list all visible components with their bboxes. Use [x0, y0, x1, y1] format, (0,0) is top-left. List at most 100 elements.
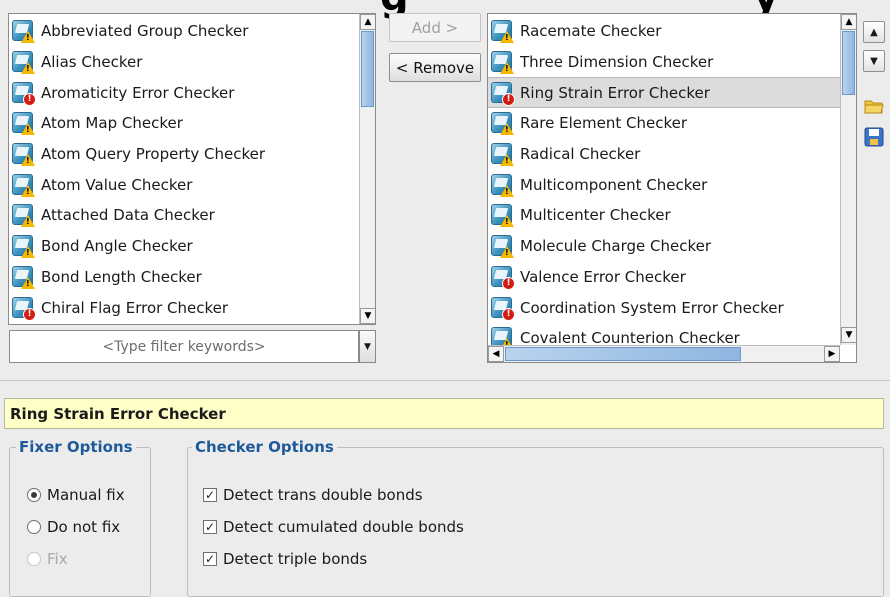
fixer-option-radio: Fix — [27, 543, 147, 575]
list-item[interactable]: Racemate Checker — [488, 16, 840, 47]
filter-placeholder: <Type filter keywords> — [102, 338, 266, 355]
warning-checker-icon — [11, 203, 35, 228]
list-item[interactable]: Abbreviated Group Checker — [9, 16, 361, 47]
fixer-option-label: Do not fix — [47, 518, 121, 536]
list-item-label: Abbreviated Group Checker — [41, 22, 249, 41]
scroll-left-icon[interactable]: ◀ — [488, 346, 504, 362]
hscroll-thumb[interactable] — [505, 347, 741, 361]
fixer-option-label: Fix — [47, 550, 68, 568]
checker-option-label: Detect triple bonds — [223, 550, 368, 568]
list-item-label: Bond Length Checker — [41, 267, 202, 286]
checker-option-checkbox[interactable]: ✓ Detect triple bonds — [203, 543, 603, 575]
list-item[interactable]: Alias Checker — [9, 47, 361, 78]
selected-list-vscrollbar[interactable]: ▲ ▼ — [840, 14, 856, 345]
triangle-up-icon: ▲ — [870, 26, 878, 38]
scroll-down-icon[interactable]: ▼ — [841, 327, 856, 343]
list-item-label: Ring Strain Error Checker — [520, 83, 710, 102]
list-item[interactable]: Attached Data Checker — [9, 200, 361, 231]
radio-icon — [27, 488, 41, 502]
warning-checker-icon — [11, 265, 35, 289]
open-folder-icon[interactable] — [864, 97, 884, 115]
list-item-label: Radical Checker — [520, 145, 641, 164]
list-item[interactable]: Rare Element Checker — [488, 108, 840, 139]
list-item-label: Racemate Checker — [520, 22, 662, 41]
selected-checker-title-text: Ring Strain Error Checker — [10, 404, 226, 423]
list-item[interactable]: ! Chiral Flag Error Checker — [9, 292, 361, 323]
warning-checker-icon — [490, 173, 514, 197]
radio-icon — [27, 552, 41, 566]
error-checker-icon: ! — [490, 81, 515, 106]
warning-checker-icon — [490, 111, 514, 136]
list-item[interactable]: Multicomponent Checker — [488, 169, 840, 200]
checkbox-icon: ✓ — [203, 552, 217, 566]
section-divider — [0, 380, 890, 381]
list-item-label: Aromaticity Error Checker — [41, 83, 235, 102]
selected-checkers-list[interactable]: Racemate Checker Three Dimension Checker!… — [487, 13, 857, 363]
list-item[interactable]: Three Dimension Checker — [488, 47, 840, 78]
list-item-label: Chiral Flag Error Checker — [41, 298, 229, 317]
checker-option-label: Detect cumulated double bonds — [223, 518, 464, 536]
error-checker-icon: ! — [11, 81, 36, 106]
list-item[interactable]: Atom Value Checker — [9, 169, 361, 200]
add-button[interactable]: Add > — [389, 13, 481, 42]
scroll-up-icon[interactable]: ▲ — [360, 14, 375, 30]
fixer-option-label: Manual fix — [47, 486, 125, 504]
warning-checker-icon — [11, 19, 35, 44]
scroll-thumb[interactable] — [361, 31, 374, 107]
list-item[interactable]: ! Valence Error Checker — [488, 262, 840, 293]
list-item-label: Atom Map Checker — [41, 114, 183, 133]
list-item-label: Three Dimension Checker — [520, 53, 714, 72]
available-checkers-list[interactable]: Abbreviated Group Checker Alias Checker! A… — [8, 13, 376, 325]
warning-checker-icon — [11, 173, 35, 197]
available-list-vscrollbar[interactable]: ▲ ▼ — [359, 14, 375, 324]
scroll-right-icon[interactable]: ▶ — [824, 346, 840, 362]
list-item[interactable]: ! Ring Strain Error Checker — [488, 77, 840, 109]
list-item-label: Valence Error Checker — [520, 267, 686, 286]
list-item-label: Bond Angle Checker — [41, 237, 193, 256]
list-item[interactable]: Molecule Charge Checker — [488, 231, 840, 262]
selected-list-hscrollbar[interactable]: ◀ ▶ — [488, 345, 840, 362]
list-item[interactable]: Radical Checker — [488, 139, 840, 170]
move-up-button[interactable]: ▲ — [863, 21, 885, 43]
list-item[interactable]: Multicenter Checker — [488, 200, 840, 231]
list-item-label: Coordination System Error Checker — [520, 298, 784, 317]
list-item[interactable]: ! Coordination System Error Checker — [488, 292, 840, 323]
warning-checker-icon — [11, 50, 35, 75]
list-item[interactable]: Atom Query Property Checker — [9, 139, 361, 170]
add-button-label: Add > — [411, 18, 459, 37]
warning-checker-icon — [490, 50, 514, 75]
filter-input[interactable]: <Type filter keywords> — [9, 330, 359, 363]
checker-option-checkbox[interactable]: ✓ Detect trans double bonds — [203, 479, 603, 511]
scroll-down-icon[interactable]: ▼ — [360, 308, 375, 324]
move-down-button[interactable]: ▼ — [863, 50, 885, 72]
checker-option-label: Detect trans double bonds — [223, 486, 423, 504]
scroll-up-icon[interactable]: ▲ — [841, 14, 856, 30]
checkbox-icon: ✓ — [203, 488, 217, 502]
chevron-down-icon: ▼ — [364, 341, 371, 352]
checker-option-checkbox[interactable]: ✓ Detect cumulated double bonds — [203, 511, 603, 543]
fixer-option-radio[interactable]: Do not fix — [27, 511, 147, 543]
list-item-label: Rare Element Checker — [520, 114, 687, 133]
filter-dropdown-button[interactable]: ▼ — [359, 330, 376, 363]
fixer-options-legend: Fixer Options — [16, 438, 136, 456]
selected-checker-title: Ring Strain Error Checker — [4, 398, 884, 429]
list-item-label: Alias Checker — [41, 53, 143, 72]
list-item[interactable]: ! Aromaticity Error Checker — [9, 77, 361, 108]
warning-checker-icon — [490, 19, 514, 44]
error-checker-icon: ! — [11, 296, 36, 321]
list-item[interactable]: Bond Angle Checker — [9, 231, 361, 262]
save-disk-icon[interactable] — [864, 127, 884, 147]
scroll-thumb[interactable] — [842, 31, 855, 95]
list-item-label: Atom Query Property Checker — [41, 145, 266, 164]
list-item[interactable]: Bond Length Checker — [9, 262, 361, 293]
fixer-option-radio[interactable]: Manual fix — [27, 479, 147, 511]
list-item[interactable]: Atom Map Checker — [9, 108, 361, 139]
list-item-label: Atom Value Checker — [41, 175, 193, 194]
list-item-label: Multicenter Checker — [520, 206, 671, 225]
warning-checker-icon — [11, 111, 35, 136]
warning-checker-icon — [11, 142, 35, 167]
warning-checker-icon — [490, 234, 514, 259]
remove-button[interactable]: < Remove — [389, 53, 481, 82]
checkbox-icon: ✓ — [203, 520, 217, 534]
triangle-down-icon: ▼ — [870, 55, 878, 67]
